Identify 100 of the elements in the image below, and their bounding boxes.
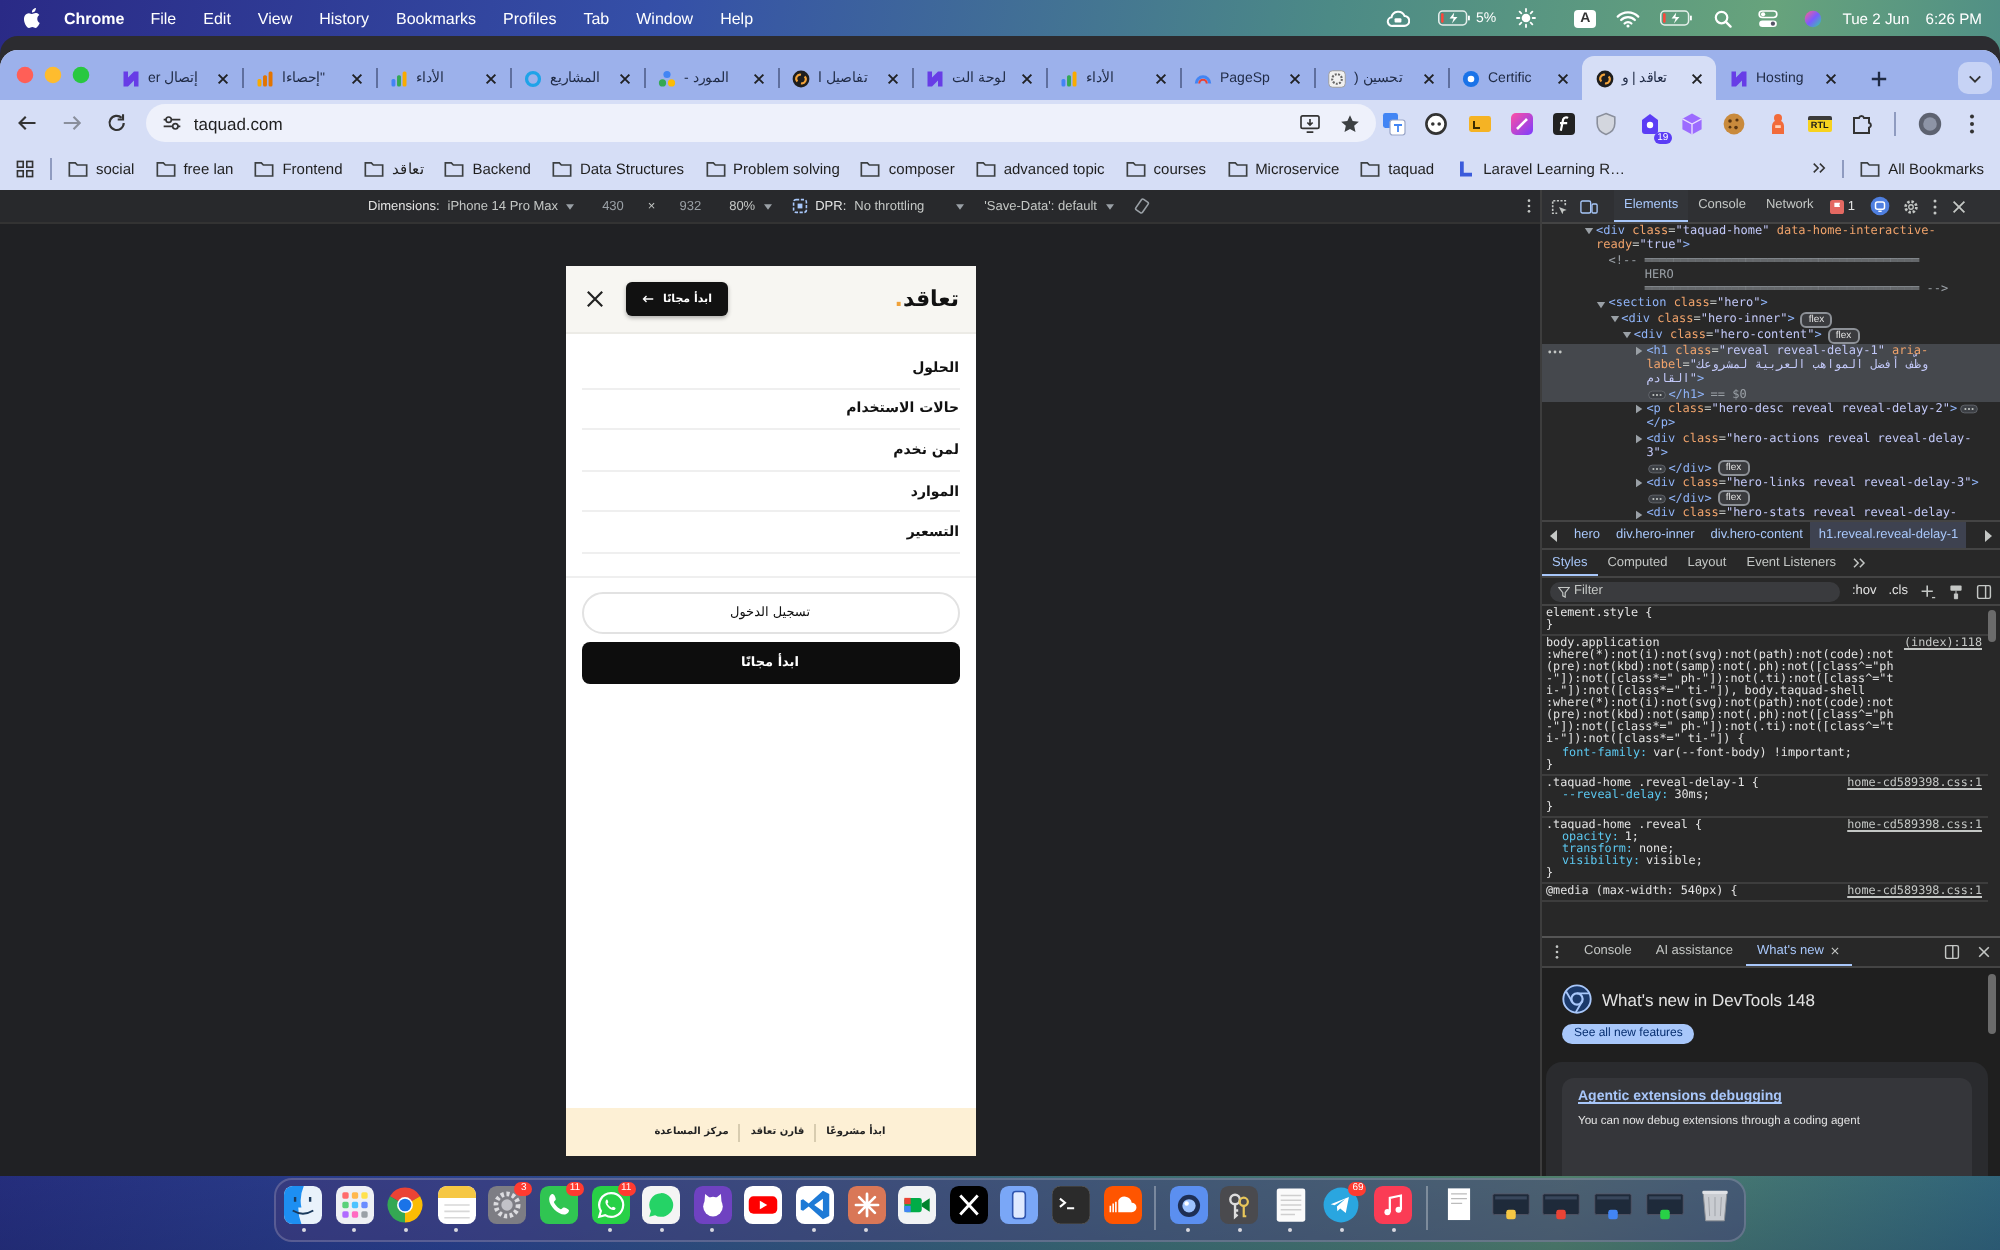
terminal-prompt-icon[interactable] <box>1051 1186 1090 1224</box>
scroll-left-icon[interactable] <box>1550 529 1558 541</box>
tricolor-circle-icon[interactable] <box>386 1186 425 1224</box>
menu-item[interactable]: History <box>319 9 370 27</box>
expanded-triangle-icon[interactable] <box>1609 313 1620 324</box>
starburst-icon[interactable] <box>847 1186 886 1224</box>
menu-item[interactable]: File <box>150 9 177 27</box>
search-icon[interactable] <box>1714 9 1733 27</box>
battery-icon[interactable] <box>1438 10 1473 26</box>
more-vert-icon[interactable] <box>1526 198 1532 214</box>
keys-icon[interactable] <box>1220 1186 1259 1224</box>
ellipsis-icon[interactable] <box>1648 389 1667 400</box>
address-bar[interactable]: taquad.com <box>145 104 1376 142</box>
ring-dots-icon[interactable] <box>1424 111 1449 135</box>
apple-icon[interactable] <box>24 8 40 28</box>
expanded-triangle-icon[interactable] <box>1596 299 1607 310</box>
toggle-switches-icon[interactable] <box>1758 9 1779 27</box>
sidebar-toggle-icon[interactable] <box>1976 583 1992 599</box>
back-arrow-icon[interactable] <box>16 112 38 134</box>
sliders-icon[interactable] <box>161 114 182 132</box>
reload-icon[interactable] <box>106 112 128 134</box>
cloud-icon[interactable] <box>1103 1186 1141 1224</box>
paint-roller-icon[interactable] <box>1948 583 1964 599</box>
menu-item[interactable]: Tab <box>583 9 610 27</box>
gear-icon[interactable] <box>488 1186 527 1224</box>
ellipsis-icon[interactable] <box>1959 404 1978 415</box>
code-ribbon-icon[interactable] <box>795 1186 834 1224</box>
lens-icon[interactable] <box>1169 1186 1208 1224</box>
scroll-right-icon[interactable] <box>1984 529 1992 541</box>
star-icon[interactable] <box>1339 113 1360 133</box>
chat-bubble-icon[interactable] <box>642 1186 681 1224</box>
phone-device-icon[interactable] <box>1000 1186 1039 1224</box>
profile-avatar-icon[interactable] <box>1917 111 1942 135</box>
collapsed-triangle-icon[interactable] <box>1634 404 1645 415</box>
close-icon[interactable] <box>585 290 603 308</box>
more-vert-icon[interactable] <box>1932 197 1939 215</box>
cube-icon[interactable] <box>1680 111 1704 135</box>
app-menu[interactable]: Chrome <box>64 9 125 27</box>
close-icon[interactable] <box>618 71 632 85</box>
close-icon[interactable] <box>1154 71 1168 85</box>
app-grid-icon[interactable] <box>335 1186 374 1224</box>
ellipsis-icon[interactable] <box>1648 493 1667 504</box>
cat-head-icon[interactable] <box>693 1186 732 1224</box>
menu-item[interactable]: Window <box>636 9 694 27</box>
close-icon[interactable] <box>1824 71 1838 85</box>
hook-tile-icon[interactable] <box>1552 111 1577 135</box>
screen-circle-icon[interactable] <box>1870 196 1891 216</box>
menu-item[interactable]: View <box>257 9 293 27</box>
close-icon[interactable] <box>1422 71 1436 85</box>
expanded-triangle-icon[interactable] <box>1621 329 1632 340</box>
notepad-icon[interactable] <box>437 1186 476 1224</box>
more-vert-icon[interactable] <box>1554 944 1560 960</box>
close-icon[interactable] <box>752 71 766 85</box>
lined-paper-icon[interactable] <box>1271 1186 1310 1224</box>
rotate-icon[interactable] <box>1133 198 1149 214</box>
ellipsis-icon[interactable] <box>1648 463 1667 474</box>
more-horizontal-icon[interactable] <box>1548 349 1562 354</box>
monitor-icon[interactable] <box>1299 113 1320 133</box>
cloud-outline-icon[interactable] <box>1386 9 1411 27</box>
chat-phone-icon[interactable] <box>591 1186 630 1224</box>
brand-logo[interactable]: تعاقد. <box>894 286 959 312</box>
close-icon[interactable] <box>350 71 364 85</box>
scrollbar[interactable] <box>1988 610 1996 642</box>
plus-icon[interactable] <box>1870 70 1888 88</box>
play-button-icon[interactable] <box>744 1186 783 1224</box>
sun-icon[interactable] <box>1516 8 1537 28</box>
video-camera-icon[interactable] <box>898 1186 937 1224</box>
dashed-square-icon[interactable] <box>791 198 808 214</box>
apps-grid-icon[interactable] <box>16 159 34 177</box>
phone-icon[interactable] <box>539 1186 578 1224</box>
settings-icon[interactable] <box>1902 197 1921 215</box>
pentagon-tile-icon[interactable] <box>1637 111 1662 135</box>
collapsed-triangle-icon[interactable] <box>1634 433 1645 444</box>
close-icon[interactable] <box>886 71 900 85</box>
expanded-triangle-icon[interactable] <box>1584 226 1594 237</box>
puzzle-piece-icon[interactable] <box>1850 111 1875 135</box>
smiley-face-icon[interactable] <box>284 1186 322 1224</box>
battery-icon[interactable] <box>1660 10 1695 26</box>
gradient-tile-icon[interactable] <box>1509 111 1534 135</box>
music-note-icon[interactable] <box>1374 1186 1413 1224</box>
translate-icon[interactable] <box>1381 111 1406 135</box>
close-icon[interactable] <box>1556 71 1570 85</box>
close-icon[interactable] <box>1690 71 1704 85</box>
menu-item[interactable]: Bookmarks <box>396 9 477 27</box>
card-tile-icon[interactable] <box>1467 111 1492 135</box>
menu-item[interactable]: Edit <box>203 9 231 27</box>
colorful-orb-icon[interactable] <box>1804 9 1823 27</box>
close-icon[interactable] <box>1020 71 1034 85</box>
x-mark-icon[interactable] <box>949 1186 988 1224</box>
menu-item[interactable]: Help <box>720 9 754 27</box>
scrollbar[interactable] <box>1988 974 1996 1034</box>
inspect-icon[interactable] <box>1550 197 1568 215</box>
collapsed-triangle-icon[interactable] <box>1634 345 1645 356</box>
menu-item[interactable]: Profiles <box>503 9 557 27</box>
double-chevron-icon[interactable] <box>1812 162 1827 174</box>
collapsed-triangle-icon[interactable] <box>1634 509 1645 520</box>
close-icon[interactable] <box>484 71 498 85</box>
wifi-icon[interactable] <box>1616 9 1641 27</box>
paper-plane-icon[interactable] <box>1322 1186 1361 1224</box>
close-icon[interactable] <box>1288 71 1302 85</box>
